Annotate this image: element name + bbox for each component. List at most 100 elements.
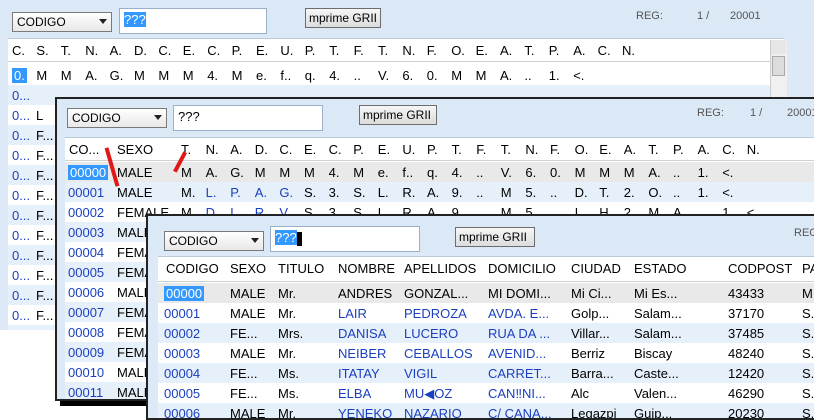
data-grid[interactable]: CODIGO SEXO TITULO NOMBRE APELLIDOS DOMICILIO… [158,256,814,419]
grid-cell: q. [427,165,438,180]
grid-cell: ITATAY [338,366,380,381]
grid-cell: LAIR [338,306,367,321]
grid-cell: M [574,165,586,180]
field-select[interactable]: CODIGO [67,108,167,128]
grid-cell: S... [802,366,814,381]
grid-cell: F... [36,288,54,303]
grid-cell: S... [802,386,814,401]
grid-cell: F... [36,308,54,323]
grid-cell: MALE [230,406,266,419]
column-header: D. [254,142,268,157]
window-front: CODIGO ??? mprime GRII REG CODIGO SEXO TIT… [146,214,814,420]
grid-cell: M [353,165,365,180]
grid-cell: 00002 [164,326,201,341]
table-row[interactable]: 00006 MALE Mr. YENEKO NAZARIO C/ CANA... Legaz… [158,403,814,419]
text-cursor [296,231,302,246]
grid-cell: LUCERO [404,326,459,341]
column-header: E. [304,142,317,157]
search-input[interactable]: ??? [173,105,323,131]
column-header: F. [550,142,561,157]
grid-cell: 00011 [68,385,104,400]
column-header: APELLIDOS [404,261,477,276]
grid-cell: G. [109,68,124,83]
grid-cell: F... [36,268,54,283]
grid-cell: 00004 [164,366,201,381]
grid-cell: Valen... [634,386,678,401]
table-row[interactable]: 00005 FE... Ms. ELBA MU◀OZ CAN‼NI... Alc Valen.… [158,383,814,403]
grid-cell: Mi Es... [634,286,678,301]
grid-cell: M [500,185,512,200]
grid-cell: 0... [12,108,31,123]
table-row[interactable]: 00003 MALE Mr. NEIBER CEBALLOS AVENID... Berri… [158,343,814,363]
column-header: T. [329,43,340,58]
grid-cell: F... [36,208,54,223]
grid-cell: MALE [230,286,266,301]
table-row[interactable]: 0. M M A. G. M M M 4. Me. f.. q. 4... V. 6. 0. M M A... 1. <… [8,65,784,85]
grid-cell: NAZARIO [404,406,462,419]
grid-cell: Berriz [571,346,605,361]
column-header: N. [746,142,760,157]
column-header: P. [673,142,684,157]
grid-cell: D. [574,185,588,200]
search-input[interactable]: ??? [270,226,420,252]
search-value: ??? [275,230,297,245]
column-header: T. [60,43,71,58]
grid-cell: 00003 [164,346,201,361]
column-header: T. [378,43,389,58]
record-label: REG [794,227,814,239]
grid-cell: FE... [230,366,258,381]
column-header: C. [12,43,25,58]
column-header: A. [230,142,243,157]
grid-cell: Villar... [571,326,610,341]
column-header: T. [524,43,535,58]
grid-cell: 00006 [68,285,105,300]
grid-cell: GONZAL... [404,286,469,301]
grid-cell: A. [85,68,98,83]
grid-cell: 00005 [68,265,105,280]
field-select[interactable]: CODIGO [164,231,264,251]
field-select[interactable]: CODIGO [12,12,112,32]
grid-cell: f.. [402,165,414,180]
search-input[interactable]: ??? [119,8,267,34]
grid-cell: ELBA [338,386,372,401]
grid-cell: 0... [12,88,31,103]
table-row[interactable]: 00004 FE... Ms. ITATAY VIGIL CARRET... Barra..… [158,363,814,383]
scroll-up-icon[interactable] [771,40,786,54]
grid-cell: V. [378,68,390,83]
scroll-thumb[interactable] [772,56,785,76]
grid-cell: Mr. [278,346,297,361]
grid-cell: Caste... [634,366,679,381]
column-header: SEXO [117,142,154,157]
grid-cell: Barra... [571,366,614,381]
grid-cell: M [279,165,291,180]
grid-cell: 20230 [728,406,765,419]
grid-header: C. S. T. N. A. D. C. E. C. P. E. U. P. T. F. T. N. F. O. E.… [8,39,784,62]
table-row[interactable]: 00001 MALE M. L. P. A. G. S. 3. S. L. R. A. 9... M 5...… [65,182,814,202]
grid-cell: F... [36,228,54,243]
column-header: S. [36,43,49,58]
table-row[interactable]: 00002 FE... Mrs. DANISA LUCERO RUA DA ... Vill… [158,323,814,343]
table-row[interactable]: 00000 MALE Mr. ANDRES GONZAL... MI DOMI... Mi … [158,283,814,303]
column-header: P. [427,142,438,157]
column-header: F. [426,43,437,58]
table-row[interactable]: 00001 MALE Mr. LAIR PEDROZA AVDA. E... Golp...… [158,303,814,323]
grid-cell: CAN‼NI... [488,386,546,401]
grid-cell: RUA DA ... [488,326,551,341]
grid-cell: 0... [12,248,31,263]
grid-cell: A. [500,68,513,83]
grid-cell: Ms. [278,386,299,401]
grid-cell: 0... [12,128,31,143]
grid-cell: 1. [697,185,709,200]
print-grid-button[interactable]: mprime GRII [305,8,381,28]
grid-cell: e. [377,165,389,180]
print-grid-button[interactable]: mprime GRII [455,227,535,247]
grid-cell: V. [500,165,512,180]
grid-cell: .. [476,185,484,200]
grid-cell: O. [648,185,663,200]
grid-cell: 00007 [68,305,105,320]
grid-cell: e. [256,68,267,83]
grid-cell: 6. [402,68,414,83]
grid-cell: Alc [571,386,590,401]
print-grid-button[interactable]: mprime GRII [359,105,437,125]
column-header: CODPOST [728,261,793,276]
